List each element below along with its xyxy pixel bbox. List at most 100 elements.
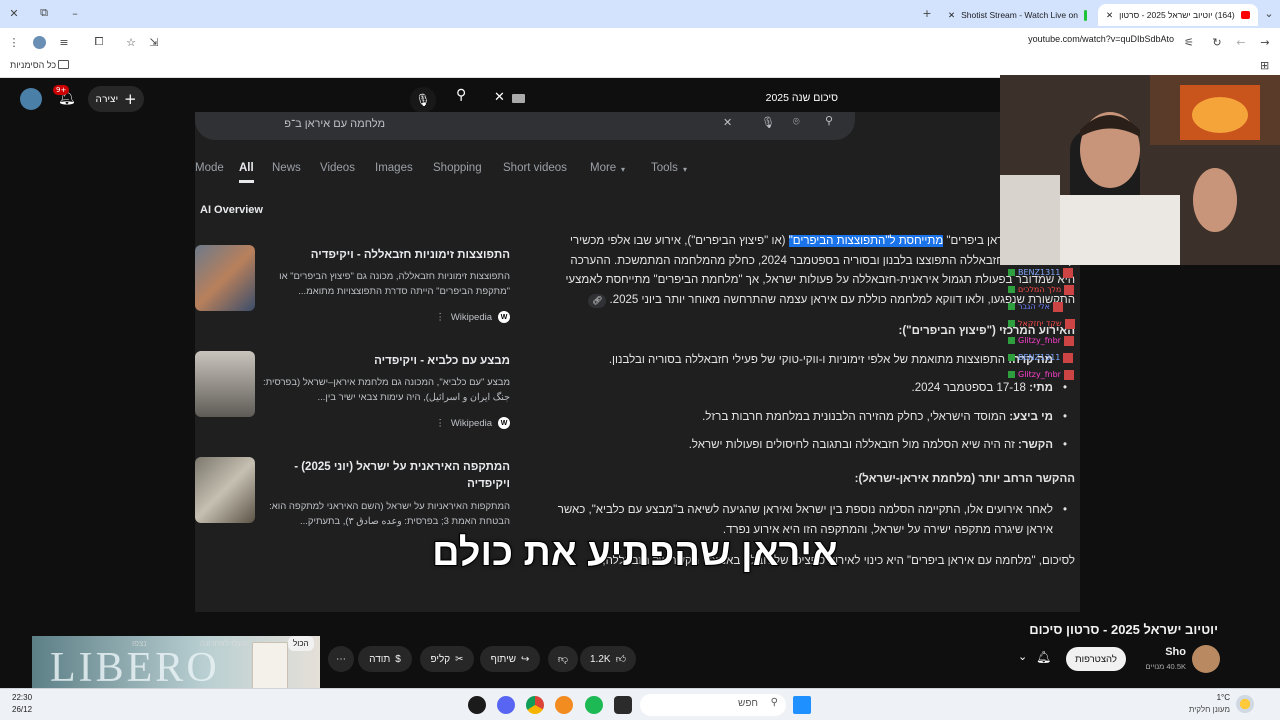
- create-button[interactable]: יצירה +: [88, 86, 144, 112]
- avatar[interactable]: [20, 88, 42, 110]
- spotify-icon[interactable]: [585, 696, 603, 714]
- site-settings-icon[interactable]: ⚟: [1180, 33, 1198, 51]
- address-bar: ⋮ ≡ ⧠ ☆ ⇲ youtube.com/watch?v=quDIbSdbAt…: [0, 28, 1280, 56]
- url-field[interactable]: youtube.com/watch?v=quDIbSdbAto: [1028, 34, 1174, 44]
- taskbar: 22:30 26/12 חפש ⚲ 1°C מעונן חלקית: [0, 688, 1280, 720]
- tab-close-icon[interactable]: ✕: [948, 10, 955, 21]
- tab-close-icon[interactable]: ✕: [1106, 10, 1113, 21]
- tab-news: News: [272, 162, 301, 174]
- tab-tools: Tools: [651, 162, 678, 174]
- weather-icon: [1236, 695, 1254, 713]
- restore-window-icon[interactable]: ⧉: [35, 4, 53, 22]
- card-source: ⋮ Wikipedia W: [435, 417, 510, 429]
- filter-tab-watched[interactable]: נצפו: [132, 639, 146, 648]
- tab-more: More: [590, 162, 617, 174]
- clip-label: קליפ: [430, 653, 451, 665]
- apps-grid-icon[interactable]: ⊞: [1260, 59, 1269, 72]
- filter-tab-recent[interactable]: העלו לאחרונה: [200, 639, 247, 648]
- time: 22:30: [12, 693, 33, 702]
- plus-icon: +: [124, 90, 137, 108]
- extensions-icon[interactable]: ≡: [55, 33, 73, 51]
- discord-icon[interactable]: [497, 696, 515, 714]
- chat-message: מלך המלכים: [1008, 281, 1090, 298]
- windows-start-icon[interactable]: [793, 696, 811, 714]
- bullet-text: המוסד הישראלי, כחלק מהזירה הלבנונית במלח…: [702, 410, 1010, 423]
- chevron-down-icon[interactable]: ⌄: [1018, 650, 1027, 663]
- section-heading: ההקשר הרחב יותר (מלחמת איראן-ישראל):: [854, 472, 1075, 485]
- subtitle-overlay: איראן שהפתיע את כולם: [431, 531, 839, 575]
- chrome-icon[interactable]: [526, 696, 544, 714]
- bullet-item: מתי: 17-18 בספטמבר 2024.: [555, 379, 1075, 399]
- wikipedia-icon: W: [498, 417, 510, 429]
- filter-tab-all[interactable]: הכול: [288, 636, 314, 651]
- bullet-item: הקשר: זה היה שיא הסלמה מול חזבאללה ובתגו…: [555, 436, 1075, 456]
- link-icon: 🔗︎: [588, 293, 607, 308]
- new-tab-icon[interactable]: +: [918, 4, 936, 22]
- create-label: יצירה: [95, 93, 118, 105]
- tab-shotist[interactable]: Shotist Stream - Watch Live on ✕: [940, 4, 1095, 26]
- chat-user: Glitzy_fnbr: [1018, 370, 1061, 379]
- search-placeholder: חפש: [738, 698, 758, 709]
- bell-icon[interactable]: 🔔︎: [1036, 650, 1051, 664]
- app-icon[interactable]: [555, 696, 573, 714]
- channel-name[interactable]: Sho: [1150, 646, 1186, 658]
- chat-avatar-icon: [1063, 352, 1074, 363]
- install-icon[interactable]: ⇲: [145, 33, 163, 51]
- bookmark-star-icon[interactable]: ☆: [122, 33, 140, 51]
- profile-icon[interactable]: [30, 33, 48, 51]
- clear-search-icon[interactable]: ✕: [494, 90, 505, 105]
- more-caret-icon: ▾: [621, 165, 626, 174]
- answer-intro: "מלחמה עם איראן ביפרים" מתייחסת ל"התפוצצ…: [555, 232, 1075, 310]
- search-input[interactable]: סיכום שנה 2025: [530, 86, 846, 112]
- card-description: התפוצצות זימוניות חזבאללה, מכונה גם "פיצ…: [279, 271, 510, 297]
- like-button[interactable]: 👍︎ 1.2K: [580, 646, 636, 672]
- youtube-favicon: [1240, 11, 1250, 19]
- voice-search-icon[interactable]: 🎙︎: [410, 87, 436, 113]
- bullet-label: מי ביצע:: [1009, 410, 1053, 423]
- bullet-text: זה היה שיא הסלמה מול חזבאללה ובתגובה לחי…: [688, 439, 1018, 451]
- tab-all: All: [239, 162, 254, 183]
- search-icon: ⚲: [770, 697, 778, 708]
- video-info-panel: יוטיוב ישראל 2025 - סרטון סיכום Sho 40.5…: [0, 612, 1280, 700]
- back-icon[interactable]: →: [1256, 33, 1274, 51]
- badge-icon: [1008, 303, 1015, 310]
- channel-avatar[interactable]: [1192, 645, 1220, 673]
- puzzle-icon[interactable]: ⧠: [90, 33, 108, 51]
- chat-taskbar-icon[interactable]: [468, 696, 486, 714]
- tab-search-icon[interactable]: ⌄: [1260, 4, 1278, 22]
- forward-icon[interactable]: ←: [1232, 33, 1250, 51]
- search-button-icon[interactable]: ⚲: [456, 87, 466, 103]
- tab-short-videos: Short videos: [503, 162, 567, 174]
- google-search-bar: מלחמה עם איראן ב־פ ✕ 🎙︎ ⌾ ⚲: [195, 112, 855, 140]
- card-menu-icon: ⋮: [435, 311, 445, 323]
- card-thumbnail: [195, 457, 255, 523]
- chat-message: Glitzy_fnbr: [1008, 366, 1090, 383]
- all-bookmarks-link[interactable]: כל הסימניות: [10, 60, 56, 70]
- more-actions-button[interactable]: ⋯: [328, 646, 354, 672]
- taskbar-search[interactable]: חפש ⚲: [640, 694, 786, 716]
- ad-logo: LIBERO: [50, 645, 220, 691]
- date: 26/12: [12, 705, 33, 714]
- thanks-button[interactable]: $ תודה: [358, 646, 412, 672]
- file-explorer-icon[interactable]: [614, 696, 632, 714]
- keyboard-icon[interactable]: [512, 94, 525, 103]
- chat-avatar-icon: [1063, 369, 1074, 380]
- clip-button[interactable]: ✂ קליפ: [420, 646, 474, 672]
- like-count: 1.2K: [589, 653, 611, 665]
- share-button[interactable]: ↪ שיתוף: [480, 646, 540, 672]
- tab-youtube[interactable]: (164) יוטיוב ישראל 2025 - סרטון ✕: [1098, 4, 1258, 26]
- minimize-window-icon[interactable]: –: [66, 4, 84, 22]
- dislike-button[interactable]: 👎︎: [548, 646, 578, 672]
- video-player[interactable]: מלחמה עם איראן ב־פ ✕ 🎙︎ ⌾ ⚲ Mode All New…: [195, 112, 1080, 612]
- menu-icon[interactable]: ⋮: [5, 33, 23, 51]
- thumbs-up-icon: 👍︎: [615, 654, 627, 665]
- card-source-name: Wikipedia: [450, 311, 492, 323]
- weather-desc: מעונן חלקית: [1188, 705, 1230, 714]
- reload-icon[interactable]: ↻: [1208, 33, 1226, 51]
- subscribe-button[interactable]: להצטרפות: [1066, 647, 1126, 671]
- bullet-text: 17-18 בספטמבר 2024.: [911, 382, 1030, 394]
- chat-user: BENZ1311: [1018, 353, 1061, 362]
- google-search-query: מלחמה עם איראן ב־פ: [284, 118, 385, 130]
- badge-icon: [1008, 371, 1015, 378]
- close-window-icon[interactable]: ✕: [5, 4, 23, 22]
